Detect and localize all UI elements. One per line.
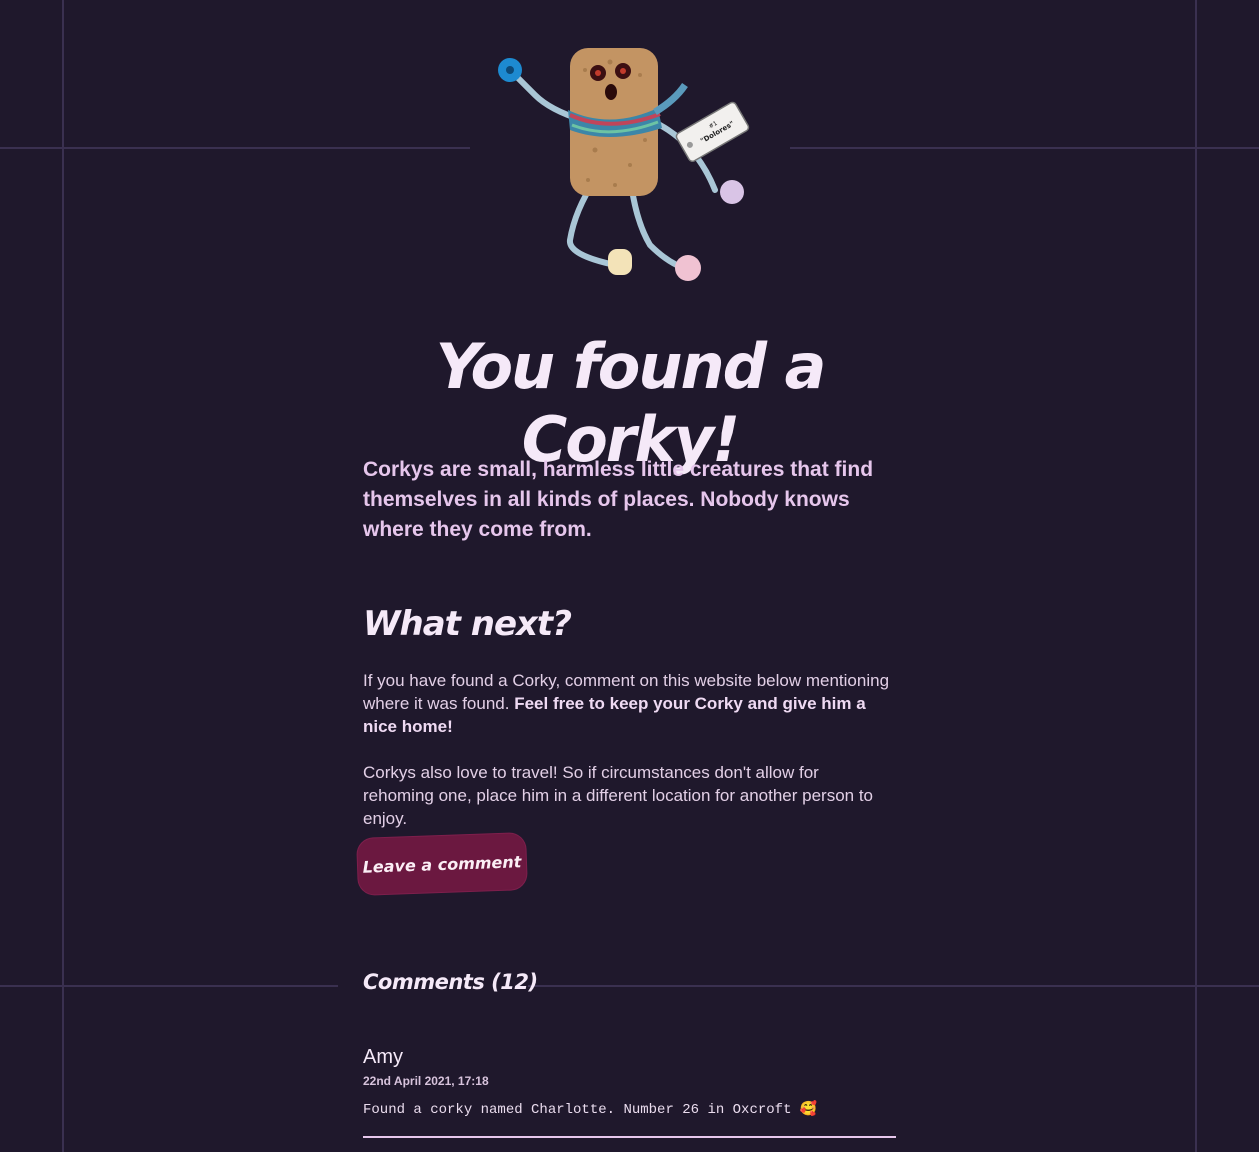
intro-lead-text: Corkys are small, harmless little creatu… [363,458,874,541]
leave-comment-button[interactable]: Leave a comment [357,833,527,895]
grid-line-horizontal-top-right [790,147,1259,149]
corky-mascot-icon: #1 "Dolores" [490,40,770,300]
what-next-paragraph-2: Corkys also love to travel! So if circum… [363,763,873,828]
comment-item: Amy 22nd April 2021, 17:18 Found a corky… [363,1043,896,1138]
grid-line-vertical-left [62,0,64,1152]
comment-divider [363,1136,896,1138]
grid-line-horizontal-bottom-left [0,985,338,987]
grid-line-horizontal-bottom-right [528,985,1259,987]
comments-heading: Comments (12) [363,970,538,994]
grid-line-vertical-right [1195,0,1197,1152]
grid-line-horizontal-top-left [0,147,470,149]
comment-author: Amy [363,1046,403,1068]
comment-date: 22nd April 2021, 17:18 [363,1074,489,1088]
comment-text: Found a corky named Charlotte. Number 26… [363,1102,818,1118]
what-next-heading: What next? [363,604,572,644]
what-next-paragraph-1: If you have found a Corky, comment on th… [363,669,893,738]
